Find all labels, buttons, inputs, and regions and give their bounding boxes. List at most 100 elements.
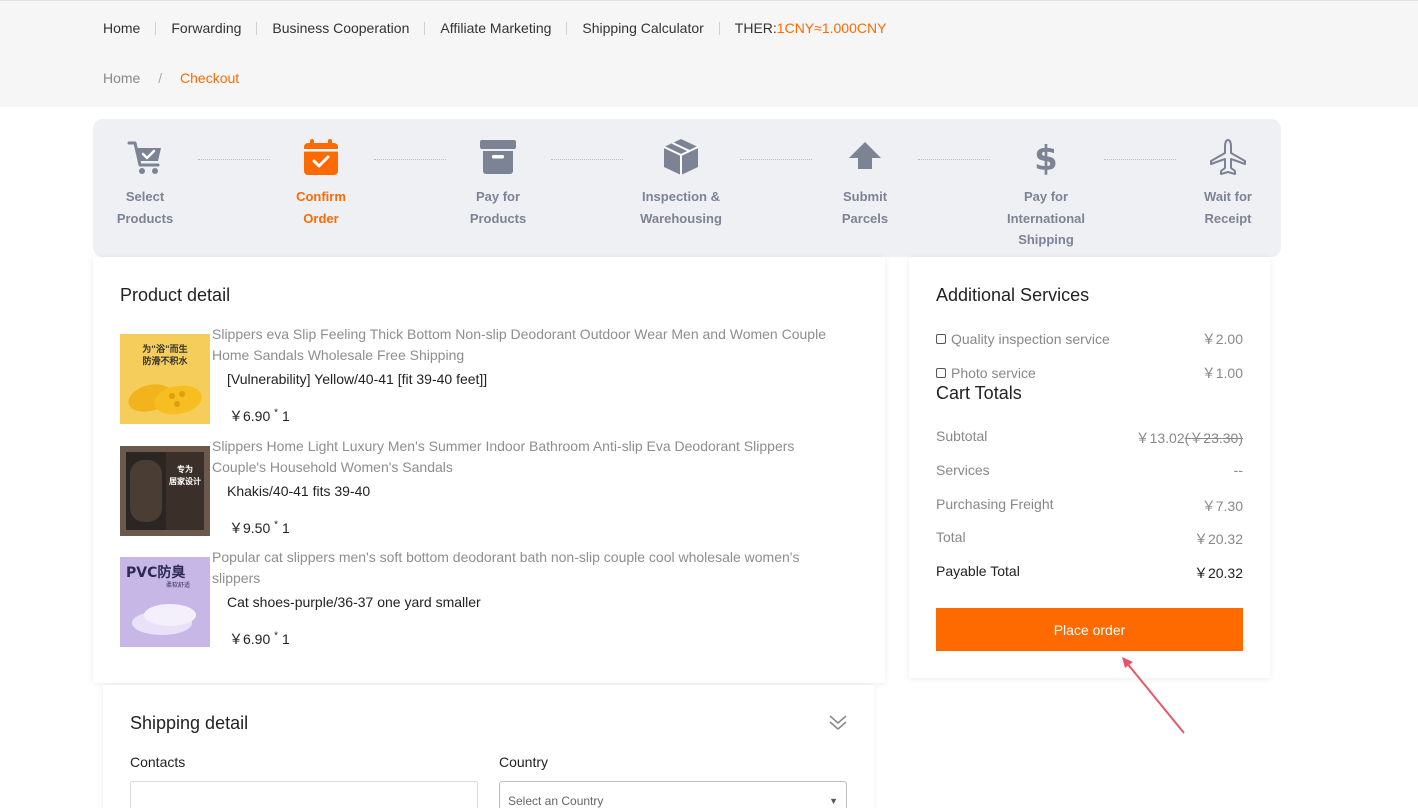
thumb-text: 防滑不积水 <box>142 355 188 367</box>
annotation-arrow-icon <box>1122 657 1185 734</box>
exchange-rate-value: 1CNY≈1.000CNY <box>776 20 887 36</box>
step-label-line2: International <box>1006 210 1085 226</box>
total-value: ￥20.32 <box>1193 531 1243 547</box>
price-value: ￥9.50 <box>229 520 271 536</box>
product-thumbnail[interactable]: PVC防臭 柔软舒适 <box>120 557 210 647</box>
cart-icon <box>127 141 161 174</box>
step-label-line1: Confirm <box>296 189 346 204</box>
step-label-line1: Inspection & <box>641 189 720 204</box>
service-option-photo: Photo service ￥1.00 <box>936 363 1243 383</box>
step-confirm-order: Confirm Order <box>251 137 391 229</box>
step-wait-receipt: Wait for Receipt <box>1158 137 1298 229</box>
calendar-check-icon <box>304 139 338 175</box>
product-thumbnail[interactable]: 专为 居家设计 <box>120 446 210 536</box>
nav-forwarding-link[interactable]: Forwarding <box>171 20 241 36</box>
nav-home-link[interactable]: Home <box>103 20 140 36</box>
payable-total-row: Payable Total ￥20.32 <box>936 563 1243 583</box>
service-price: ￥1.00 <box>1201 365 1243 381</box>
services-value: -- <box>1233 462 1243 478</box>
product-price: ￥6.90 * 1 <box>229 629 290 649</box>
product-title-link[interactable]: Slippers Home Light Luxury Men's Summer … <box>212 436 832 478</box>
photo-service-checkbox[interactable] <box>936 368 946 378</box>
service-label: Photo service <box>951 365 1036 381</box>
product-spec: Cat shoes-purple/36-37 one yard smaller <box>227 594 481 610</box>
thumb-text: 专为 <box>177 464 193 474</box>
top-navigation: Home Forwarding Business Cooperation Aff… <box>103 20 886 36</box>
subtotal-original-price: (￥23.30) <box>1184 430 1243 446</box>
yellow-slipper-image: 为"浴"而生 防滑不积水 <box>120 334 210 424</box>
step-label-line2: Order <box>303 210 339 226</box>
country-label: Country <box>499 754 549 770</box>
airplane-icon <box>1210 139 1246 175</box>
price-value: ￥6.90 <box>229 631 271 647</box>
services-row: Services -- <box>936 462 1243 478</box>
subtotal-label: Subtotal <box>936 428 988 444</box>
nav-business-cooperation-link[interactable]: Business Cooperation <box>272 20 409 36</box>
step-pay-products: Pay for Products <box>428 137 568 229</box>
step-label-line3: Shipping <box>1018 232 1074 247</box>
dollar-icon: $ <box>1034 139 1058 177</box>
nav-separator <box>566 21 568 35</box>
nav-shipping-calculator-link[interactable]: Shipping Calculator <box>582 20 703 36</box>
nav-affiliate-marketing-link[interactable]: Affiliate Marketing <box>440 20 551 36</box>
contacts-input[interactable] <box>130 781 478 808</box>
step-submit-parcels: Submit Parcels <box>795 137 935 229</box>
service-label: Quality inspection service <box>951 331 1110 347</box>
product-spec: [Vulnerability] Yellow/40-41 [fit 39-40 … <box>227 371 488 387</box>
breadcrumb-home-link[interactable]: Home <box>103 70 140 86</box>
step-inspection-warehousing: Inspection & Warehousing <box>611 137 751 229</box>
country-select[interactable]: Select an Country ▼ <box>499 781 847 808</box>
product-detail-card: Product detail 为"浴"而生 防滑不积水 Slippers eva… <box>93 257 885 683</box>
subtotal-row: Subtotal ￥13.02(￥23.30) <box>936 428 1243 448</box>
purple-slipper-image: PVC防臭 柔软舒适 <box>120 557 210 647</box>
thumb-text: 柔软舒适 <box>166 581 190 589</box>
dropdown-caret-icon: ▼ <box>829 796 838 806</box>
step-label-line1: Wait for <box>1204 189 1252 204</box>
upload-arrow-icon <box>849 142 881 169</box>
order-summary-card: Additional Services Quality inspection s… <box>909 257 1270 678</box>
services-label: Services <box>936 462 990 478</box>
product-price: ￥9.50 * 1 <box>229 518 290 538</box>
nav-separator <box>718 21 720 35</box>
step-label-line2: Parcels <box>841 210 889 226</box>
subtotal-value: ￥13.02 <box>1135 430 1185 446</box>
price-multiplier: * <box>274 630 279 642</box>
service-option-quality-inspection: Quality inspection service ￥2.00 <box>936 329 1243 349</box>
step-pay-international-shipping: $ Pay for International Shipping <box>976 137 1116 251</box>
step-label-line1: Pay for <box>475 189 521 204</box>
package-icon <box>663 139 699 175</box>
country-select-placeholder: Select an Country <box>508 794 604 808</box>
cart-totals-title: Cart Totals <box>936 383 1022 403</box>
total-label: Total <box>936 529 966 545</box>
shipping-detail-card: Shipping detail Contacts Country Select … <box>103 685 874 808</box>
exchange-rate-label: THER: <box>734 20 777 36</box>
product-quantity: 1 <box>281 408 290 424</box>
collapse-chevron-icon[interactable] <box>828 713 848 731</box>
step-label-line2: Receipt <box>1204 210 1252 226</box>
step-label-line2: Warehousing <box>640 210 722 226</box>
payable-total-label: Payable Total <box>936 563 1020 579</box>
product-title-link[interactable]: Slippers eva Slip Feeling Thick Bottom N… <box>212 324 832 366</box>
thumb-text: PVC防臭 <box>126 564 186 581</box>
thumb-text: 为"浴"而生 <box>142 343 187 355</box>
header-band: Home Forwarding Business Cooperation Aff… <box>0 0 1418 107</box>
product-price: ￥6.90 * 1 <box>229 406 290 426</box>
step-label-line1: Select <box>125 189 165 204</box>
product-thumbnail[interactable]: 为"浴"而生 防滑不积水 <box>120 334 210 424</box>
quality-inspection-checkbox[interactable] <box>936 334 946 344</box>
nav-separator <box>424 21 426 35</box>
archive-box-icon <box>480 140 516 174</box>
place-order-button[interactable]: Place order <box>936 608 1243 651</box>
product-title-link[interactable]: Popular cat slippers men's soft bottom d… <box>212 547 832 589</box>
freight-row: Purchasing Freight ￥7.30 <box>936 496 1243 516</box>
breadcrumb-current: Checkout <box>180 70 240 86</box>
product-spec: Khakis/40-41 fits 39-40 <box>227 483 371 499</box>
step-label-line2: Products <box>469 210 527 226</box>
thumb-text: 居家设计 <box>169 476 201 486</box>
breadcrumb-separator: / <box>158 70 163 86</box>
price-multiplier: * <box>274 519 279 531</box>
total-row: Total ￥20.32 <box>936 529 1243 549</box>
nav-separator <box>155 21 157 35</box>
contacts-label: Contacts <box>130 754 186 770</box>
freight-label: Purchasing Freight <box>936 496 1054 512</box>
